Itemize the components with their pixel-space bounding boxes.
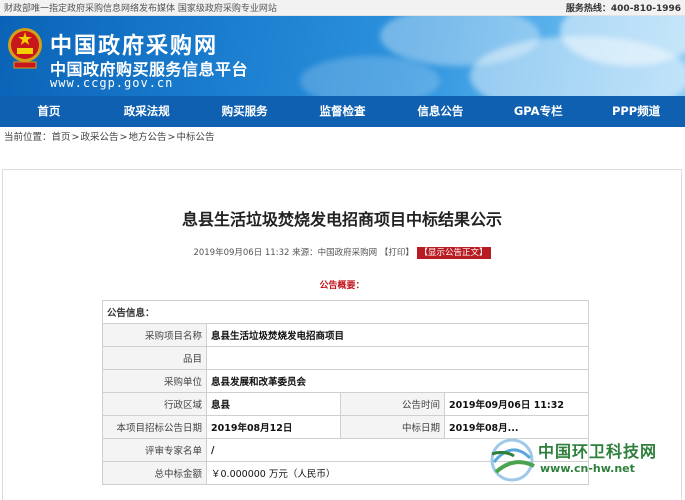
watermark-url: www.cn-hw.net — [540, 462, 635, 475]
row-value: 2019年08月12日 — [206, 415, 341, 439]
breadcrumb: 当前位置：首页>政采公告>地方公告>中标公告 — [0, 127, 685, 149]
row-value: 息县生活垃圾焚烧发电招商项目 — [206, 323, 589, 347]
table-row: 采购单位 息县发展和改革委员会 — [102, 369, 589, 393]
national-emblem-icon — [8, 28, 42, 69]
table-header: 公告信息： — [102, 300, 589, 324]
top-bar-slogan: 财政部唯一指定政府采购信息网络发布媒体 国家级政府采购专业网站 — [4, 4, 277, 14]
site-url: www.ccgp.gov.cn — [50, 76, 174, 90]
print-link[interactable]: 【打印】 — [380, 248, 414, 258]
row-label: 采购项目名称 — [102, 323, 207, 347]
service-hotline: 服务热线：400-810-1996 — [565, 4, 681, 14]
row-label: 评审专家名单 — [102, 438, 207, 462]
main-nav: 首页 政采法规 购买服务 监督检查 信息公告 GPA专栏 PPP频道 — [0, 96, 685, 127]
article-meta: 2019年09月06日 11:32 来源：中国政府采购网 【打印】 【显示公告正… — [3, 246, 681, 259]
site-banner: 中国政府采购网 中国政府购买服务信息平台 www.ccgp.gov.cn — [0, 16, 685, 96]
breadcrumb-separator-icon: > — [167, 132, 176, 143]
row-value: 息县 — [206, 392, 341, 416]
row-value: 2019年09月06日 11:32 — [444, 392, 589, 416]
nav-item-supervision[interactable]: 监督检查 — [294, 96, 392, 127]
breadcrumb-link-local[interactable]: 地方公告 — [128, 132, 166, 143]
nav-item-home[interactable]: 首页 — [0, 96, 98, 127]
table-row: 品目 — [102, 346, 589, 370]
nav-item-regulations[interactable]: 政采法规 — [98, 96, 196, 127]
globe-leaf-logo-icon — [490, 438, 535, 482]
breadcrumb-separator-icon: > — [71, 132, 80, 143]
nav-item-announcements[interactable]: 信息公告 — [391, 96, 489, 127]
row-label: 本项目招标公告日期 — [102, 415, 207, 439]
breadcrumb-link-notices[interactable]: 政采公告 — [81, 132, 119, 143]
row-label: 中标日期 — [340, 415, 445, 439]
row-label: 公告时间 — [340, 392, 445, 416]
watermark: 中国环卫科技网 www.cn-hw.net — [484, 432, 684, 492]
show-body-button[interactable]: 【显示公告正文】 — [416, 247, 491, 259]
breadcrumb-link-award[interactable]: 中标公告 — [176, 132, 214, 143]
summary-label: 公告概要： — [319, 281, 365, 291]
row-value — [206, 346, 589, 370]
breadcrumb-link-home[interactable]: 首页 — [52, 132, 71, 143]
breadcrumb-prefix: 当前位置： — [4, 132, 52, 143]
row-label: 品目 — [102, 346, 207, 370]
nav-item-gpa[interactable]: GPA专栏 — [489, 96, 587, 127]
watermark-name: 中国环卫科技网 — [538, 442, 658, 461]
nav-item-purchase-services[interactable]: 购买服务 — [196, 96, 294, 127]
row-label: 总中标金额 — [102, 461, 207, 485]
row-label: 行政区域 — [102, 392, 207, 416]
article-source: 来源：中国政府采购网 — [292, 248, 378, 258]
table-header-row: 公告信息： — [102, 300, 589, 324]
publish-date: 2019年09月06日 11:32 — [193, 248, 290, 258]
nav-item-ppp[interactable]: PPP频道 — [587, 96, 685, 127]
top-bar: 财政部唯一指定政府采购信息网络发布媒体 国家级政府采购专业网站 服务热线：400… — [0, 0, 685, 16]
table-row: 采购项目名称 息县生活垃圾焚烧发电招商项目 — [102, 323, 589, 347]
table-row: 行政区域 息县 公告时间 2019年09月06日 11:32 — [102, 392, 589, 416]
article-title: 息县生活垃圾焚烧发电招商项目中标结果公示 — [181, 210, 502, 229]
row-label: 采购单位 — [102, 369, 207, 393]
row-value: 息县发展和改革委员会 — [206, 369, 589, 393]
breadcrumb-separator-icon: > — [119, 132, 128, 143]
